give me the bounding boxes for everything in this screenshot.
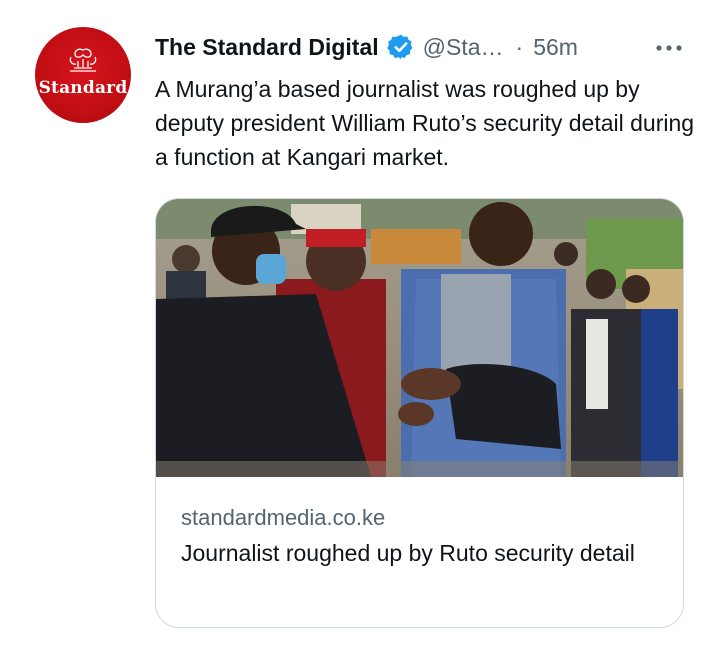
- verified-badge-icon[interactable]: [386, 33, 415, 61]
- avatar-logo-text: Standard: [38, 78, 128, 98]
- tweet-header: The Standard Digital @Sta… · 56m: [155, 30, 695, 64]
- handle[interactable]: @Sta…: [423, 34, 504, 61]
- news-photo-image[interactable]: [156, 199, 684, 477]
- card-domain: standardmedia.co.ke: [181, 505, 386, 530]
- link-card[interactable]: standardmedia.co.ke Journalist roughed u…: [155, 198, 684, 628]
- timestamp[interactable]: 56m: [533, 34, 578, 61]
- tweet[interactable]: Standard The Standard Digital @Sta… · 56…: [0, 0, 720, 653]
- separator-dot: ·: [515, 33, 524, 60]
- tweet-text: A Murang’a based journalist was roughed …: [155, 76, 695, 170]
- display-name[interactable]: The Standard Digital: [155, 34, 379, 61]
- more-options-icon[interactable]: [654, 38, 684, 58]
- standard-crest-icon: [69, 48, 97, 72]
- card-meta: standardmedia.co.ke Journalist roughed u…: [181, 503, 661, 570]
- card-title[interactable]: Journalist roughed up by Ruto security d…: [181, 536, 661, 570]
- avatar[interactable]: Standard: [35, 27, 131, 123]
